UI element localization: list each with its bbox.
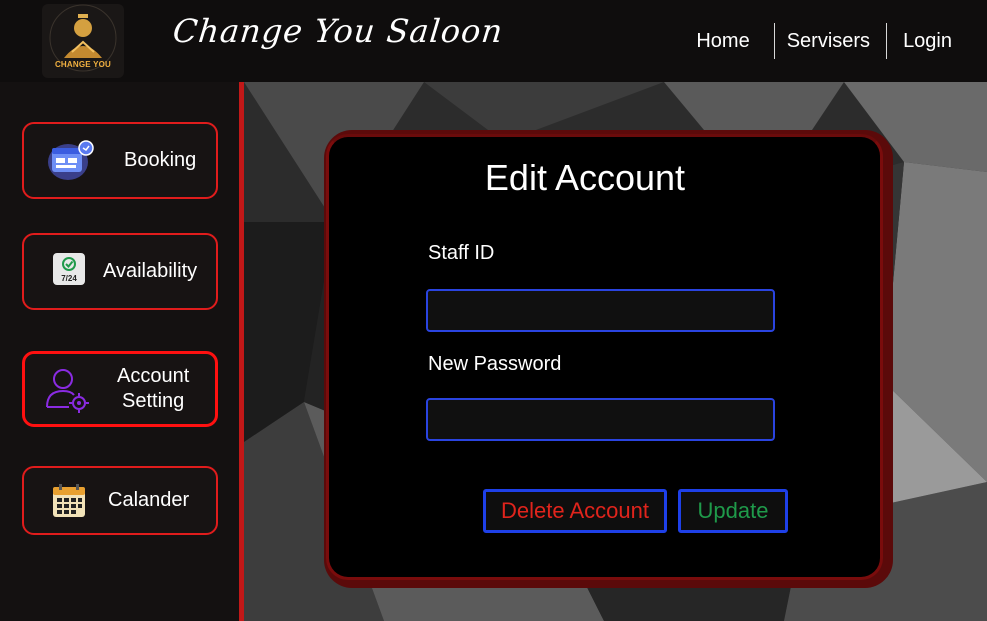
top-header: CHANGE YOU Change You Saloon Home Servis…	[0, 0, 987, 82]
availability-icon-text: 7/24	[61, 274, 77, 283]
nav-home-link[interactable]: Home	[684, 23, 773, 59]
booking-icon	[48, 140, 94, 180]
sidebar-item-availability[interactable]: 7/24 Availability	[22, 233, 218, 310]
sidebar-item-label-line2: Setting	[122, 390, 185, 412]
calendar-icon	[53, 484, 85, 517]
account-setting-icon	[46, 369, 89, 413]
staff-id-input[interactable]	[426, 289, 775, 332]
sidebar: Booking 7/24 Availability Account Settin…	[0, 82, 244, 621]
sidebar-item-booking[interactable]: Booking	[22, 122, 218, 199]
availability-icon: 7/24	[53, 253, 85, 285]
new-password-label: New Password	[428, 353, 562, 375]
saloon-logo[interactable]: CHANGE YOU	[42, 4, 124, 78]
delete-account-button[interactable]: Delete Account	[483, 489, 667, 533]
sidebar-item-label: Booking	[124, 149, 197, 171]
sidebar-item-label: Calander	[108, 489, 190, 511]
brand-title: Change You Saloon	[171, 12, 506, 50]
app-window: CHANGE YOU Change You Saloon Home Servis…	[0, 0, 987, 621]
staff-id-label: Staff ID	[428, 242, 495, 264]
sidebar-item-label: Availability	[103, 260, 198, 282]
sidebar-item-calendar[interactable]: Calander	[22, 466, 218, 535]
nav-services-link[interactable]: Servisers	[775, 23, 886, 59]
new-password-input[interactable]	[426, 398, 775, 441]
sidebar-item-label-line1: Account	[117, 365, 190, 387]
sidebar-item-account-setting[interactable]: Account Setting	[22, 351, 218, 427]
update-button[interactable]: Update	[678, 489, 788, 533]
page-title: Edit Account	[484, 157, 686, 198]
nav-login-link[interactable]: Login	[887, 23, 987, 59]
logo-text: CHANGE YOU	[54, 60, 112, 69]
top-nav: Home Servisers Login	[684, 22, 987, 60]
